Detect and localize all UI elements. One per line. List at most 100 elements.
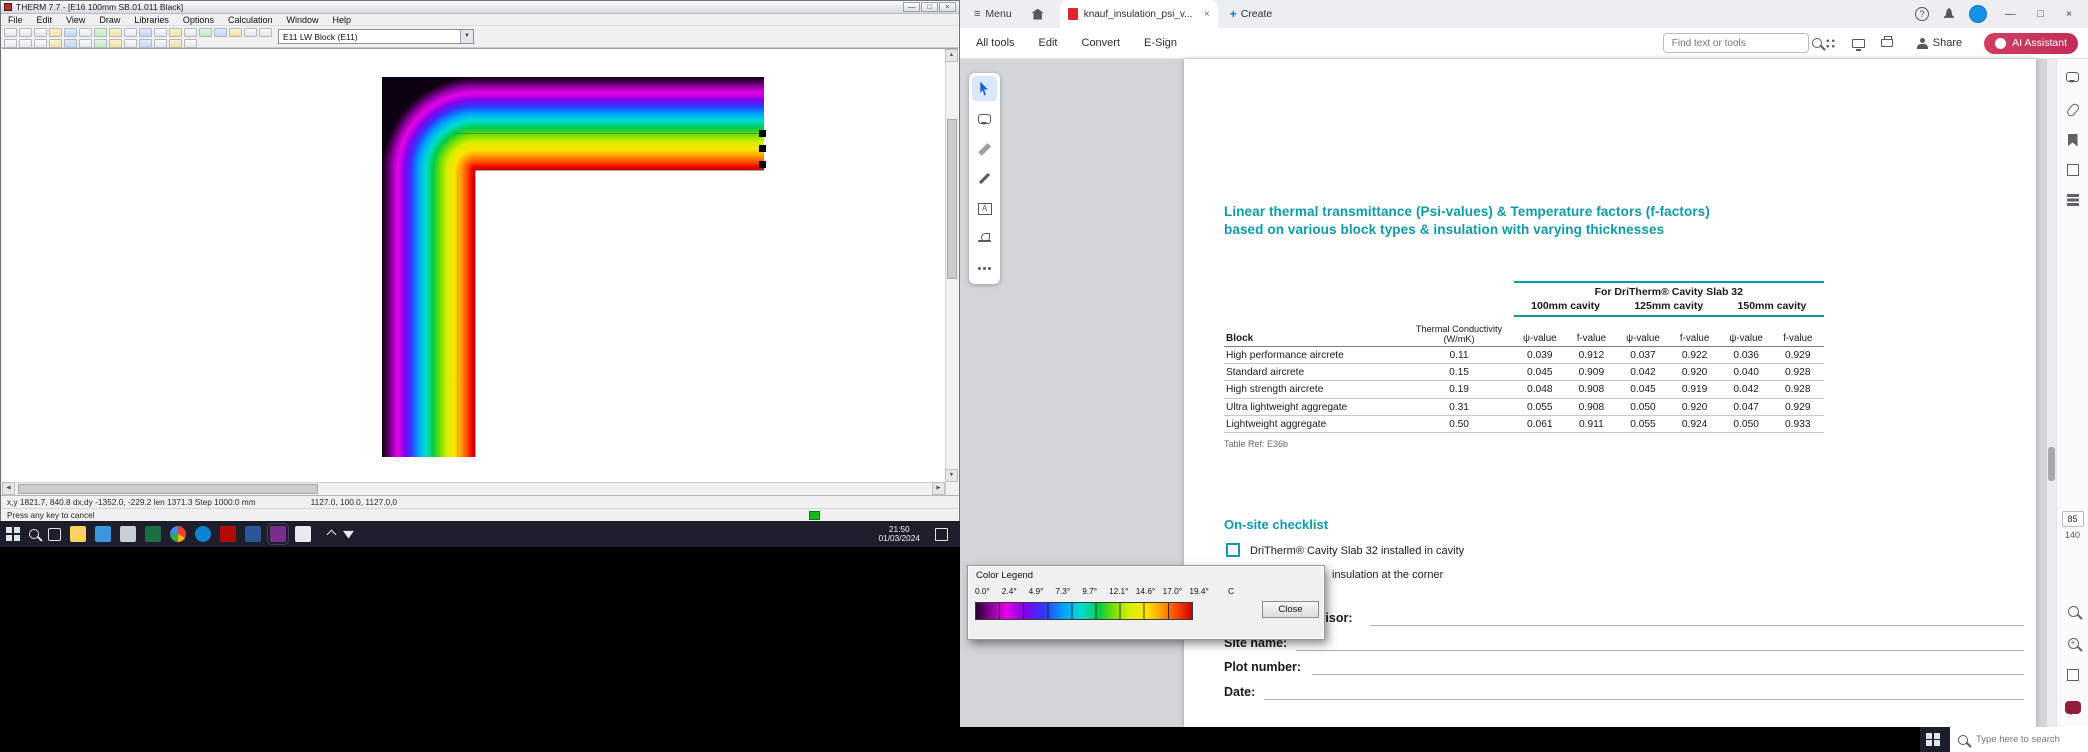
search-icon[interactable] [29,529,39,539]
color-legend-dialog[interactable]: Color Legend 0.0° 2.4° 4.9° 7.3° 9.7° 12… [967,565,1325,640]
network-icon[interactable] [343,530,354,539]
chevron-down-icon[interactable]: ▼ [460,30,473,43]
therm-toolbar-button[interactable] [34,38,47,48]
menu-window[interactable]: Window [279,14,325,25]
acrobat-icon[interactable] [220,526,236,542]
draw-tool-button[interactable] [972,166,997,191]
print-icon[interactable] [1880,36,1893,47]
scroll-down-icon[interactable]: ▼ [945,469,958,482]
taskbar-search[interactable] [1950,727,2088,752]
therm-toolbar-button[interactable] [19,38,32,48]
find-input[interactable] [1662,33,1822,53]
therm-titlebar[interactable]: THERM 7.7 - [E16 100mm SB.01.011 Black] … [1,1,959,14]
therm-toolbar-button[interactable] [79,38,92,48]
zoom-out-button[interactable] [2061,599,2085,623]
menu-help[interactable]: Help [326,14,359,25]
maximize-button[interactable]: □ [921,2,938,12]
layers-panel-button[interactable] [2061,188,2085,212]
therm-toolbar-button[interactable] [139,38,152,48]
therm-toolbar-button[interactable] [64,27,77,37]
minimize-button[interactable]: — [2001,8,2020,20]
therm-toolbar-button[interactable] [34,27,47,37]
horizontal-scrollbar[interactable]: ◀ ▶ [2,482,945,495]
share-button[interactable]: Share [1909,34,1970,52]
therm-toolbar-button[interactable] [139,27,152,37]
scroll-up-icon[interactable]: ▲ [945,49,958,62]
add-text-tool-button[interactable]: A [972,196,997,221]
tab-edit[interactable]: Edit [1039,37,1058,49]
therm-toolbar-button[interactable] [94,38,107,48]
selection-handle[interactable] [759,130,766,137]
selection-handle[interactable] [759,145,766,152]
comment-tool-button[interactable] [972,106,997,131]
acrobat-menu-button[interactable]: ≡ Menu [960,8,1022,20]
therm-toolbar-button[interactable] [4,27,17,37]
therm-toolbar-button[interactable] [94,27,107,37]
therm-toolbar-button[interactable] [169,38,182,48]
page-thumbnails-button[interactable] [2061,158,2085,182]
therm-toolbar-button[interactable] [109,27,122,37]
display-icon[interactable] [1851,38,1865,51]
bookmarks-panel-button[interactable] [2061,128,2085,152]
chrome-icon[interactable] [170,526,186,542]
ai-assistant-button[interactable]: AI Assistant [1984,32,2078,54]
zoom-in-button[interactable]: + [2061,631,2085,655]
therm-toolbar-button[interactable] [199,27,212,37]
apps-grid-icon[interactable] [1824,37,1836,49]
excel-icon[interactable] [145,526,161,542]
therm-canvas[interactable]: ▲ ▼ ◀ ▶ [2,48,958,495]
word-icon[interactable] [245,526,261,542]
more-tools-button[interactable] [972,256,997,281]
legend-close-button[interactable]: Close [1262,601,1319,618]
home-icon[interactable] [1031,8,1044,20]
find-text-field[interactable] [1669,36,1806,50]
help-icon[interactable]: ? [1915,7,1930,21]
close-button[interactable]: × [939,2,956,12]
material-dropdown[interactable]: E11 LW Block (E11) ▼ [278,29,474,44]
tab-all-tools[interactable]: All tools [976,37,1015,49]
therm-toolbar-button[interactable] [184,27,197,37]
notification-center-icon[interactable] [935,527,948,541]
therm-app-taskbar-icon[interactable] [267,523,289,545]
attachments-panel-button[interactable] [2061,98,2085,122]
therm-toolbar-button[interactable] [154,38,167,48]
therm-toolbar-button[interactable] [169,27,182,37]
scroll-left-icon[interactable]: ◀ [2,482,15,495]
menu-file[interactable]: File [1,14,30,25]
scrollbar-thumb[interactable] [2048,447,2055,481]
edge-icon[interactable] [195,526,211,542]
taskbar-clock[interactable]: 21:50 01/03/2024 [878,524,920,544]
chat-button[interactable] [2061,695,2085,719]
minimize-button[interactable]: — [903,2,920,12]
close-button[interactable]: × [2062,8,2076,20]
current-page-input[interactable]: 85 [2061,511,2084,527]
therm-toolbar-button[interactable] [79,27,92,37]
therm-toolbar-button[interactable] [214,27,227,37]
checkbox-cavity-slab[interactable] [1226,543,1240,557]
menu-options[interactable]: Options [176,14,221,25]
signature-tool-button[interactable] [972,226,997,251]
therm-toolbar-button[interactable] [4,38,17,48]
therm-toolbar-button[interactable] [64,38,77,48]
document-tab[interactable]: knauf_insulation_psi_v... × [1059,0,1218,28]
comments-panel-button[interactable] [2061,65,2085,89]
therm-toolbar-button[interactable] [244,27,257,37]
tray-chevron-icon[interactable] [326,529,337,539]
therm-toolbar-button[interactable] [49,27,62,37]
scroll-right-icon[interactable]: ▶ [932,482,945,495]
mail-icon[interactable] [120,526,136,542]
vertical-scrollbar[interactable]: ▲ ▼ [945,49,958,495]
fit-page-button[interactable] [2061,663,2085,687]
menu-calculation[interactable]: Calculation [221,14,280,25]
therm-toolbar-button[interactable] [109,38,122,48]
therm-toolbar-button[interactable] [124,27,137,37]
highlight-tool-button[interactable] [972,136,997,161]
therm-toolbar-button[interactable] [184,38,197,48]
therm-toolbar-button[interactable] [229,27,242,37]
scrollbar-thumb[interactable] [18,484,318,494]
therm-toolbar-button[interactable] [49,38,62,48]
task-view-icon[interactable] [48,527,61,541]
therm-toolbar-button[interactable] [154,27,167,37]
tab-convert[interactable]: Convert [1082,37,1121,49]
menu-view[interactable]: View [59,14,92,25]
